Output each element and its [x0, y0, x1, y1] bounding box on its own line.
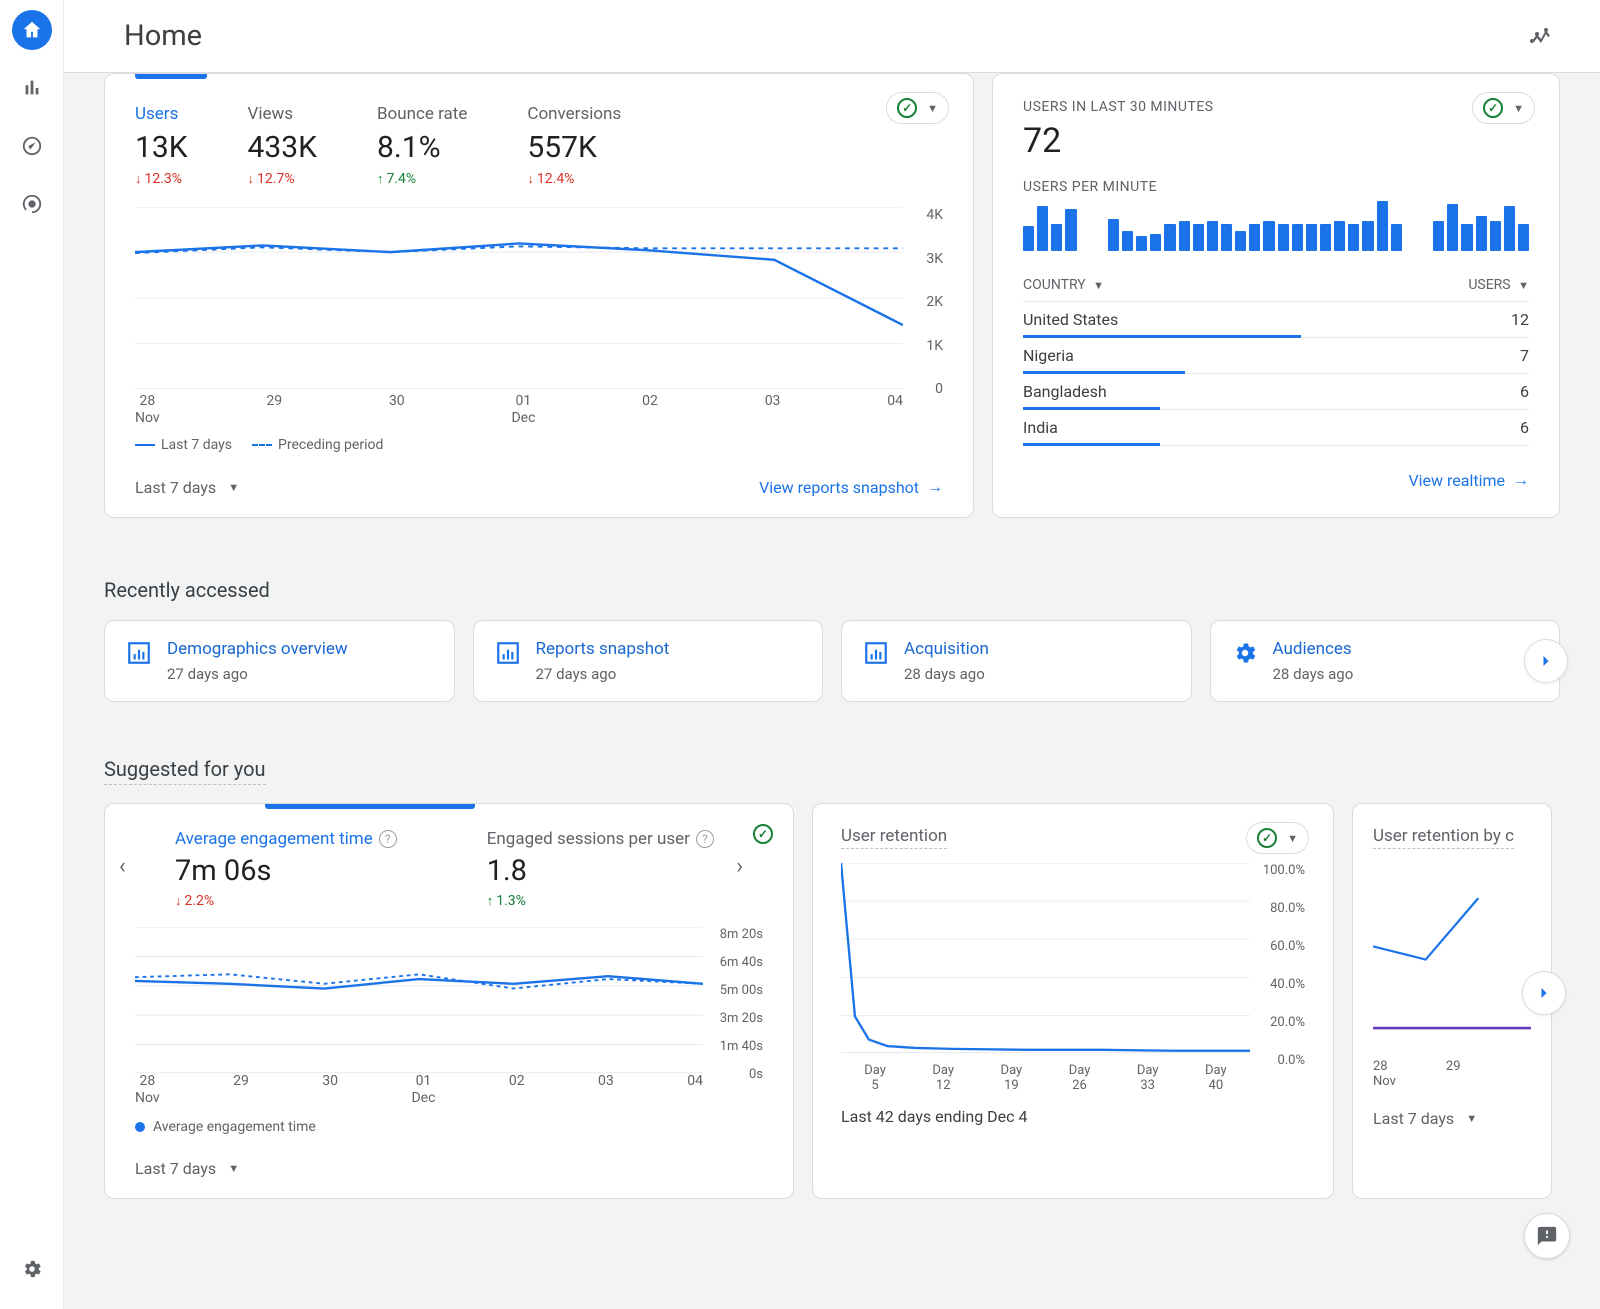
- engagement-kpi[interactable]: Average engagement time ?7m 06s↓ 2.2%: [175, 829, 397, 909]
- chevron-down-icon: ▼: [1287, 832, 1298, 845]
- chevron-down-icon: ▼: [228, 481, 239, 494]
- sidebar-item-admin[interactable]: [12, 1249, 52, 1289]
- chevron-right-icon: [1536, 651, 1556, 671]
- kpi-views[interactable]: Views433K↓ 12.7%: [248, 104, 317, 187]
- recent-card-demographics-overview[interactable]: Demographics overview27 days ago: [104, 620, 455, 702]
- kpi-users[interactable]: Users13K↓ 12.3%: [135, 104, 188, 187]
- engagement-chart: 8m 20s6m 40s5m 00s3m 20s1m 40s0s 28Nov29…: [135, 927, 763, 1107]
- retention-card: ✓ ▼ User retention 100.0%80.: [812, 803, 1334, 1199]
- view-realtime-link[interactable]: View realtime →: [1408, 470, 1529, 490]
- recent-card-acquisition[interactable]: Acquisition28 days ago: [841, 620, 1192, 702]
- gear-icon: [21, 1258, 43, 1280]
- engagement-card: ‹ › ✓ Average engagement time ?7m 06s↓ 2…: [104, 803, 794, 1199]
- engagement-next-metric[interactable]: ›: [736, 854, 743, 879]
- kpi-conversions[interactable]: Conversions557K↓ 12.4%: [527, 104, 621, 187]
- bar-chart-icon: [21, 77, 43, 99]
- retention-date-range: Last 42 days ending Dec 4: [841, 1107, 1305, 1126]
- arrow-right-icon: →: [927, 477, 943, 497]
- suggested-heading: Suggested for you: [104, 757, 266, 785]
- overview-date-selector[interactable]: Last 7 days▼: [135, 478, 239, 497]
- kpi-bounce-rate[interactable]: Bounce rate8.1%↑ 7.4%: [377, 104, 467, 187]
- cohort-date-selector[interactable]: Last 7 days▼: [1373, 1109, 1531, 1128]
- cohort-chart: [1373, 863, 1531, 1053]
- sidebar-item-explore[interactable]: [12, 126, 52, 166]
- chevron-down-icon: ▼: [927, 102, 938, 115]
- users-column-header[interactable]: USERS ▼: [1468, 277, 1529, 293]
- report-icon: [862, 639, 890, 667]
- gear-icon: [1231, 639, 1259, 667]
- retention-title: User retention: [841, 826, 947, 849]
- data-quality-dropdown[interactable]: ✓ ▼: [1246, 822, 1309, 854]
- country-column-header[interactable]: COUNTRY ▼: [1023, 277, 1104, 293]
- sidebar: [0, 0, 64, 1309]
- engagement-prev-metric[interactable]: ‹: [119, 854, 126, 879]
- sidebar-item-home[interactable]: [12, 10, 52, 50]
- users-per-minute-chart: [1023, 201, 1529, 251]
- engagement-legend: Average engagement time: [135, 1119, 763, 1135]
- arrow-right-icon: →: [1513, 470, 1529, 490]
- overview-chart: 4K3K2K1K0 28Nov293001Dec020304: [135, 207, 943, 427]
- data-quality-dropdown[interactable]: ✓ ▼: [886, 92, 949, 124]
- chevron-right-icon: [1534, 983, 1554, 1003]
- realtime-card: ✓ ▼ USERS IN LAST 30 MINUTES 72 USERS PE…: [992, 73, 1560, 518]
- cohort-card: User retention by c 28Nov 29 Last 7 days…: [1352, 803, 1552, 1199]
- report-icon: [494, 639, 522, 667]
- view-reports-snapshot-link[interactable]: View reports snapshot →: [759, 477, 943, 497]
- users-per-minute-label: USERS PER MINUTE: [1023, 179, 1529, 195]
- active-tab-indicator: [135, 74, 207, 79]
- feedback-icon: [1536, 1225, 1558, 1247]
- chevron-down-icon: ▼: [1466, 1112, 1477, 1125]
- page-title: Home: [124, 19, 202, 53]
- target-icon: [21, 193, 43, 215]
- chevron-down-icon: ▼: [228, 1162, 239, 1175]
- chevron-down-icon: ▼: [1513, 102, 1524, 115]
- check-icon: ✓: [897, 98, 917, 118]
- country-row[interactable]: Nigeria7: [1023, 338, 1529, 374]
- engagement-kpi[interactable]: Engaged sessions per user ?1.8↑ 1.3%: [487, 829, 714, 909]
- recent-card-reports-snapshot[interactable]: Reports snapshot27 days ago: [473, 620, 824, 702]
- check-icon: ✓: [753, 824, 773, 844]
- report-icon: [125, 639, 153, 667]
- home-icon: [21, 19, 43, 41]
- insights-button[interactable]: [1517, 12, 1565, 60]
- engagement-date-selector[interactable]: Last 7 days▼: [135, 1159, 239, 1178]
- chart-legend: Last 7 days Preceding period: [135, 437, 943, 453]
- realtime-users-label: USERS IN LAST 30 MINUTES: [1023, 99, 1529, 115]
- recent-scroll-right[interactable]: [1524, 639, 1568, 683]
- feedback-button[interactable]: [1524, 1213, 1570, 1259]
- sidebar-item-advertising[interactable]: [12, 184, 52, 224]
- data-quality-dropdown[interactable]: ✓ ▼: [1472, 92, 1535, 124]
- country-row[interactable]: United States12: [1023, 302, 1529, 338]
- sidebar-item-reports[interactable]: [12, 68, 52, 108]
- realtime-users-value: 72: [1023, 121, 1529, 161]
- insights-icon: [1529, 24, 1553, 48]
- check-icon: ✓: [1483, 98, 1503, 118]
- cohort-title: User retention by c: [1373, 826, 1514, 849]
- help-icon[interactable]: ?: [696, 830, 714, 848]
- country-row[interactable]: Bangladesh6: [1023, 374, 1529, 410]
- recently-accessed-heading: Recently accessed: [104, 578, 1560, 602]
- check-icon: ✓: [1257, 828, 1277, 848]
- retention-chart: 100.0%80.0%60.0%40.0%20.0%0.0% Day5Day12…: [841, 863, 1305, 1093]
- country-row[interactable]: India6: [1023, 410, 1529, 446]
- explore-icon: [21, 135, 43, 157]
- overview-card: ✓ ▼ Users13K↓ 12.3% Views433K↓ 12.7% Bounc…: [104, 73, 974, 518]
- recent-card-audiences[interactable]: Audiences28 days ago: [1210, 620, 1561, 702]
- help-icon[interactable]: ?: [379, 830, 397, 848]
- topbar: Home: [64, 0, 1600, 73]
- suggested-scroll-right[interactable]: [1522, 971, 1566, 1015]
